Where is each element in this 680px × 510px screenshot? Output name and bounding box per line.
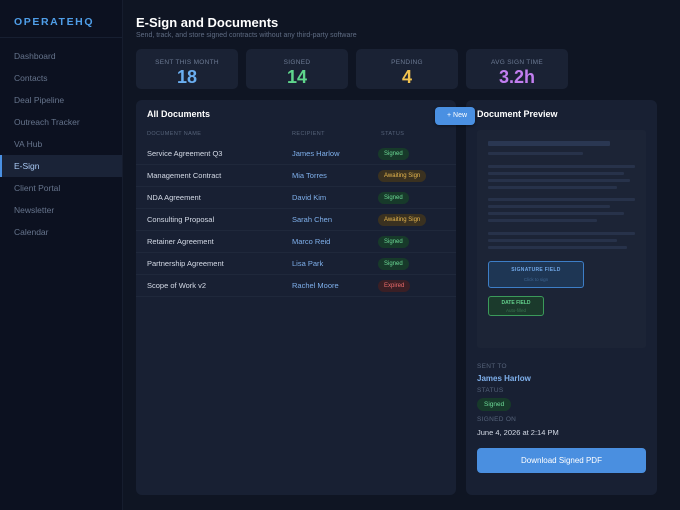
stat-value: 14 bbox=[286, 67, 308, 87]
main-content: E-Sign and Documents Send, track, and st… bbox=[136, 0, 666, 510]
stat-label: PENDING bbox=[391, 59, 423, 66]
recipient-name[interactable]: Lisa Park bbox=[292, 253, 323, 274]
doc-line bbox=[488, 246, 627, 249]
document-name: Scope of Work v2 bbox=[147, 281, 207, 290]
doc-line bbox=[488, 212, 624, 215]
doc-line bbox=[488, 205, 610, 208]
sidebar-item-outreach-tracker[interactable]: Outreach Tracker bbox=[0, 111, 122, 133]
new-document-button[interactable]: + New bbox=[435, 107, 475, 125]
signed-on-value: June 4, 2026 at 2:14 PM bbox=[477, 428, 559, 437]
status-badge: Signed bbox=[378, 236, 409, 248]
sidebar-item-newsletter[interactable]: Newsletter bbox=[0, 199, 122, 221]
sidebar-nav: Dashboard Contacts Deal Pipeline Outreach T… bbox=[0, 45, 122, 243]
stat-value: 4 bbox=[401, 67, 412, 87]
page-title: E-Sign and Documents bbox=[136, 15, 279, 30]
recipient-name[interactable]: David Kim bbox=[292, 187, 326, 208]
table-row[interactable]: Consulting Proposal Sarah Chen Awaiting Si… bbox=[136, 209, 456, 231]
doc-line bbox=[488, 239, 617, 242]
sidebar-item-contacts[interactable]: Contacts bbox=[0, 67, 122, 89]
sent-to-label: SENT TO bbox=[477, 363, 507, 370]
signature-field[interactable]: SIGNATURE FIELD Click to sign bbox=[488, 261, 584, 288]
document-name: NDA Agreement bbox=[147, 193, 201, 202]
column-header-status: STATUS bbox=[381, 131, 405, 137]
doc-line bbox=[488, 186, 617, 189]
recipient-name[interactable]: James Harlow bbox=[292, 143, 340, 164]
table-row[interactable]: NDA Agreement David Kim Signed bbox=[136, 187, 456, 209]
documents-title: All Documents bbox=[147, 109, 211, 119]
date-field[interactable]: DATE FIELD Auto-filled bbox=[488, 296, 544, 316]
doc-line bbox=[488, 198, 635, 201]
status-badge: Awaiting Sign bbox=[378, 214, 427, 226]
signature-field-label: SIGNATURE FIELD bbox=[511, 267, 561, 273]
doc-line bbox=[488, 152, 583, 155]
document-name: Retainer Agreement bbox=[147, 237, 214, 246]
download-pdf-button[interactable]: Download Signed PDF bbox=[477, 448, 646, 473]
sidebar-item-va-hub[interactable]: VA Hub bbox=[0, 133, 122, 155]
doc-line bbox=[488, 179, 630, 182]
documents-table: Service Agreement Q3 James Harlow Signed Ma… bbox=[136, 143, 456, 297]
doc-line bbox=[488, 219, 597, 222]
stat-label: SIGNED bbox=[283, 59, 311, 66]
sidebar-item-e-sign[interactable]: E-Sign bbox=[0, 155, 122, 177]
doc-line bbox=[488, 165, 635, 168]
table-row[interactable]: Partnership Agreement Lisa Park Signed bbox=[136, 253, 456, 275]
preview-title: Document Preview bbox=[477, 109, 558, 119]
table-row[interactable]: Management Contract Mia Torres Awaiting Si… bbox=[136, 165, 456, 187]
table-row[interactable]: Service Agreement Q3 James Harlow Signed bbox=[136, 143, 456, 165]
status-badge: Signed bbox=[378, 148, 409, 160]
doc-line bbox=[488, 232, 635, 235]
document-thumbnail[interactable]: SIGNATURE FIELD Click to sign DATE FIELD… bbox=[477, 130, 646, 348]
status-badge: Signed bbox=[378, 192, 409, 204]
date-field-label: DATE FIELD bbox=[501, 300, 531, 306]
stat-label: SENT THIS MONTH bbox=[155, 59, 219, 66]
recipient-name[interactable]: Marco Reid bbox=[292, 231, 330, 252]
recipient-name[interactable]: Mia Torres bbox=[292, 165, 327, 186]
stat-card-signed: SIGNED 14 bbox=[246, 49, 348, 89]
status-label: STATUS bbox=[477, 387, 504, 394]
stat-label: AVG SIGN TIME bbox=[490, 59, 544, 66]
sidebar-item-calendar[interactable]: Calendar bbox=[0, 221, 122, 243]
sidebar-item-deal-pipeline[interactable]: Deal Pipeline bbox=[0, 89, 122, 111]
recipient-name[interactable]: Sarah Chen bbox=[292, 209, 332, 230]
stat-value: 18 bbox=[176, 67, 198, 87]
status-badge: Awaiting Sign bbox=[378, 170, 427, 182]
stat-card-avg-sign-time: AVG SIGN TIME 3.2h bbox=[466, 49, 568, 89]
preview-panel: Document Preview SIGNATURE FIELD Click t… bbox=[466, 100, 657, 495]
column-header-name: DOCUMENT NAME bbox=[147, 131, 202, 137]
signed-on-label: SIGNED ON bbox=[477, 416, 517, 423]
sidebar: OPERATEHQ Dashboard Contacts Deal Pipeline… bbox=[0, 0, 123, 510]
signature-field-hint: Click to sign bbox=[523, 277, 549, 282]
column-header-recipient: RECIPIENT bbox=[292, 131, 325, 137]
document-name: Partnership Agreement bbox=[147, 259, 224, 268]
doc-heading-line bbox=[488, 141, 610, 146]
recipient-name[interactable]: Rachel Moore bbox=[292, 275, 339, 296]
document-name: Management Contract bbox=[147, 171, 222, 180]
documents-panel: All Documents + New DOCUMENT NAME RECIPI… bbox=[136, 100, 475, 495]
stat-card-sent-this-month: SENT THIS MONTH 18 bbox=[136, 49, 238, 89]
date-field-hint: Auto-filled bbox=[505, 308, 526, 313]
document-name: Consulting Proposal bbox=[147, 215, 215, 224]
document-name: Service Agreement Q3 bbox=[147, 149, 223, 158]
table-row[interactable]: Scope of Work v2 Rachel Moore Expired bbox=[136, 275, 456, 297]
table-row[interactable]: Retainer Agreement Marco Reid Signed bbox=[136, 231, 456, 253]
status-badge: Signed bbox=[477, 398, 512, 411]
stat-card-pending: PENDING 4 bbox=[356, 49, 458, 89]
stat-value: 3.2h bbox=[498, 67, 536, 87]
page-subtitle: Send, track, and store signed contracts … bbox=[136, 32, 357, 39]
sidebar-item-client-portal[interactable]: Client Portal bbox=[0, 177, 122, 199]
brand-logo: OPERATEHQ bbox=[0, 0, 122, 38]
status-badge: Signed bbox=[378, 258, 409, 270]
table-header: DOCUMENT NAME RECIPIENT STATUS bbox=[136, 131, 456, 141]
sidebar-item-dashboard[interactable]: Dashboard bbox=[0, 45, 122, 67]
doc-line bbox=[488, 172, 624, 175]
status-badge: Expired bbox=[378, 280, 411, 292]
sent-to-value[interactable]: James Harlow bbox=[477, 374, 531, 383]
